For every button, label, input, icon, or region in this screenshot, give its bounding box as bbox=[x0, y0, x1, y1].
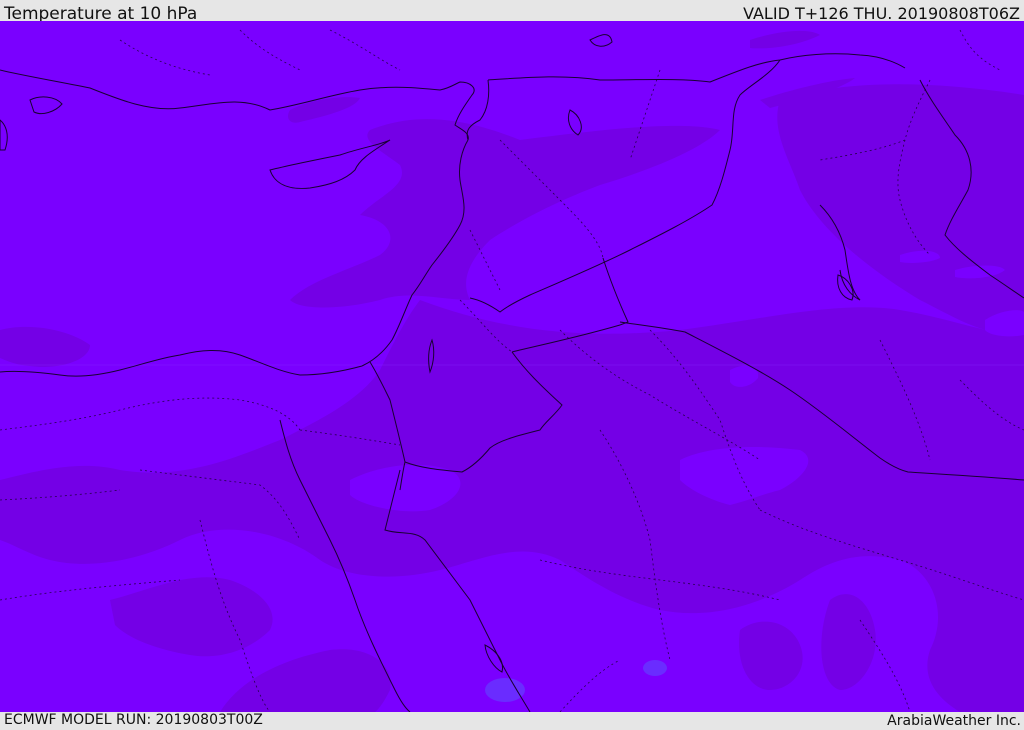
temperature-map[interactable] bbox=[0, 21, 1024, 712]
credit-text: ArabiaWeather Inc. bbox=[887, 713, 1021, 729]
map-canvas bbox=[0, 21, 1024, 712]
footer-bar: ECMWF MODEL RUN: 20190803T00Z ArabiaWeat… bbox=[0, 712, 1024, 729]
model-run: ECMWF MODEL RUN: 20190803T00Z bbox=[4, 712, 263, 728]
header-bar: Temperature at 10 hPa VALID T+126 THU. 2… bbox=[0, 0, 1024, 24]
